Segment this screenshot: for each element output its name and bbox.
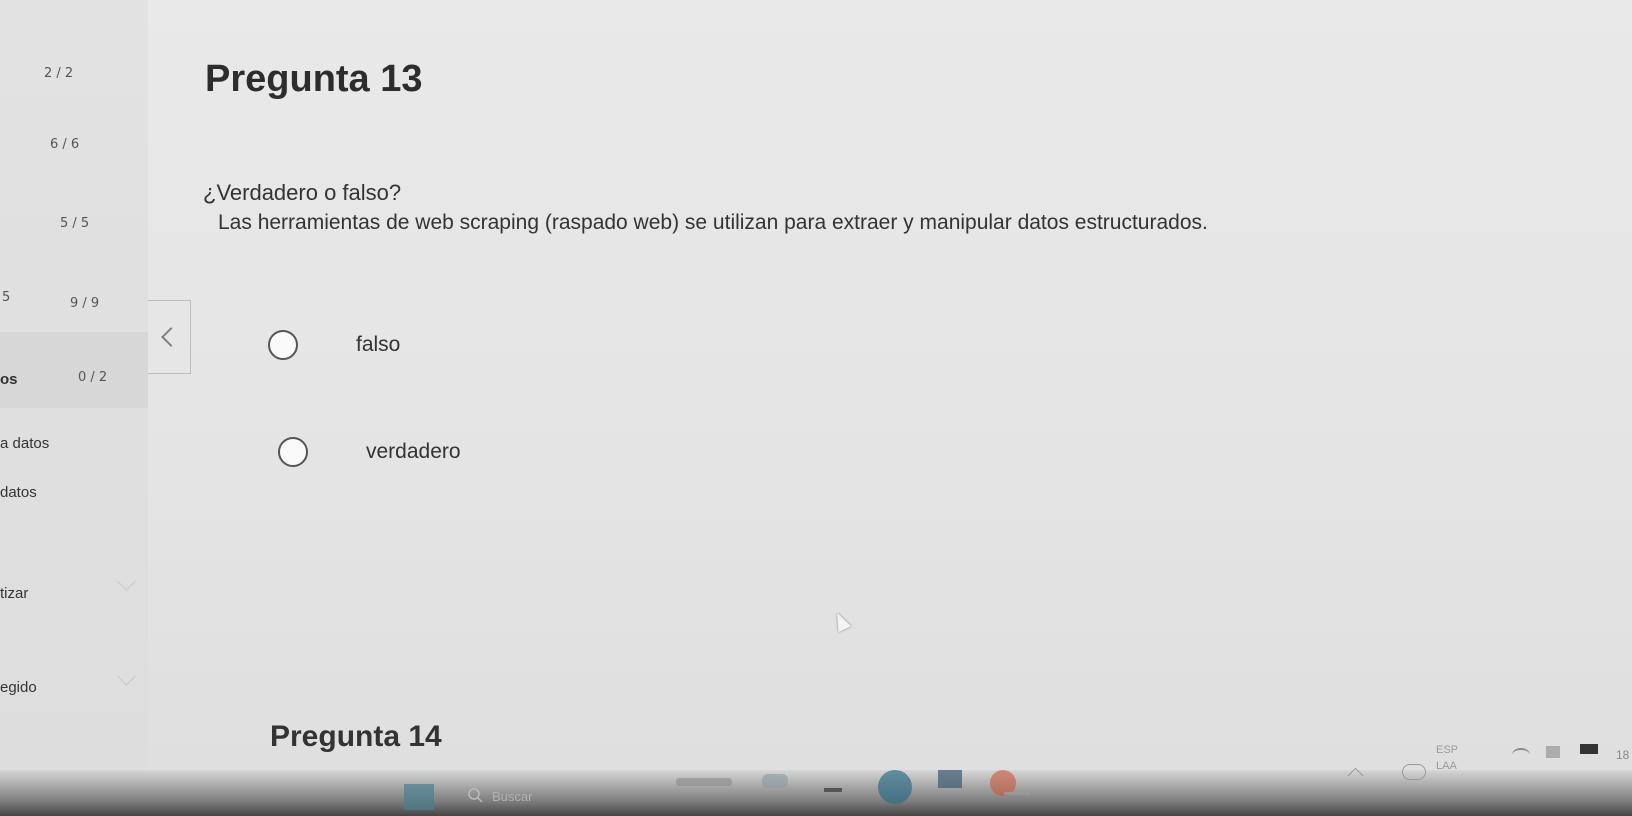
chevron-left-icon	[161, 327, 181, 347]
volume-icon[interactable]	[1546, 746, 1560, 758]
sidebar-score-1: 2 / 2	[44, 66, 74, 81]
widgets-icon[interactable]	[676, 778, 732, 786]
sidebar-item-label-5[interactable]: egido	[0, 679, 37, 696]
search-icon	[468, 788, 483, 803]
store-icon[interactable]	[938, 770, 962, 788]
wifi-icon[interactable]	[1512, 748, 1530, 762]
sidebar-item-label-1[interactable]: os	[0, 371, 18, 388]
radio-button[interactable]	[268, 330, 298, 360]
sidebar-score-3: 5 / 5	[60, 216, 90, 231]
question-type: ¿Verdadero o falso?	[203, 180, 402, 205]
start-icon[interactable]	[404, 784, 434, 810]
chevron-down-icon[interactable]	[117, 667, 136, 686]
question-sidebar: 2 / 2 6 / 6 5 / 5 5 9 / 9 0 / 2 os a dat…	[0, 0, 148, 770]
collapse-sidebar-button[interactable]	[148, 300, 191, 374]
question-text: Las herramientas de web scraping (raspad…	[218, 211, 1208, 234]
option-falso[interactable]: falso	[268, 330, 400, 360]
onedrive-icon[interactable]	[1402, 764, 1426, 780]
file-explorer-icon[interactable]	[824, 788, 842, 792]
sidebar-item-label-2[interactable]: a datos	[0, 435, 49, 452]
chevron-down-icon[interactable]	[117, 572, 136, 591]
radio-button[interactable]	[278, 437, 308, 467]
active-app-indicator	[1004, 792, 1030, 795]
clock[interactable]: 18	[1616, 748, 1629, 762]
sidebar-item-label-3[interactable]: datos	[0, 484, 37, 501]
language-bottom[interactable]: LAA	[1436, 760, 1457, 772]
chevron-up-icon[interactable]	[1347, 767, 1364, 784]
mouse-cursor-icon	[830, 609, 852, 633]
sidebar-stray-char: 5	[2, 290, 11, 305]
search-box[interactable]: Buscar	[468, 784, 598, 808]
option-label[interactable]: verdadero	[366, 440, 461, 464]
edge-browser-icon[interactable]	[878, 770, 912, 804]
question-title: Pregunta 13	[205, 58, 423, 100]
option-verdadero[interactable]: verdadero	[278, 437, 461, 467]
option-label[interactable]: falso	[356, 333, 400, 357]
sidebar-item-label-4[interactable]: tizar	[0, 585, 28, 602]
next-question-title: Pregunta 14	[270, 720, 442, 753]
search-placeholder: Buscar	[492, 788, 533, 804]
language-top[interactable]: ESP	[1436, 744, 1458, 756]
sidebar-score-2: 6 / 6	[50, 137, 80, 152]
battery-icon[interactable]	[1580, 744, 1598, 754]
sidebar-score-4: 9 / 9	[70, 296, 100, 311]
sidebar-active-row[interactable]	[0, 332, 148, 408]
taskbar: Buscar ESP LAA 18	[0, 744, 1632, 816]
sidebar-score-5: 0 / 2	[78, 370, 108, 385]
cloud-app-icon[interactable]	[762, 774, 788, 788]
